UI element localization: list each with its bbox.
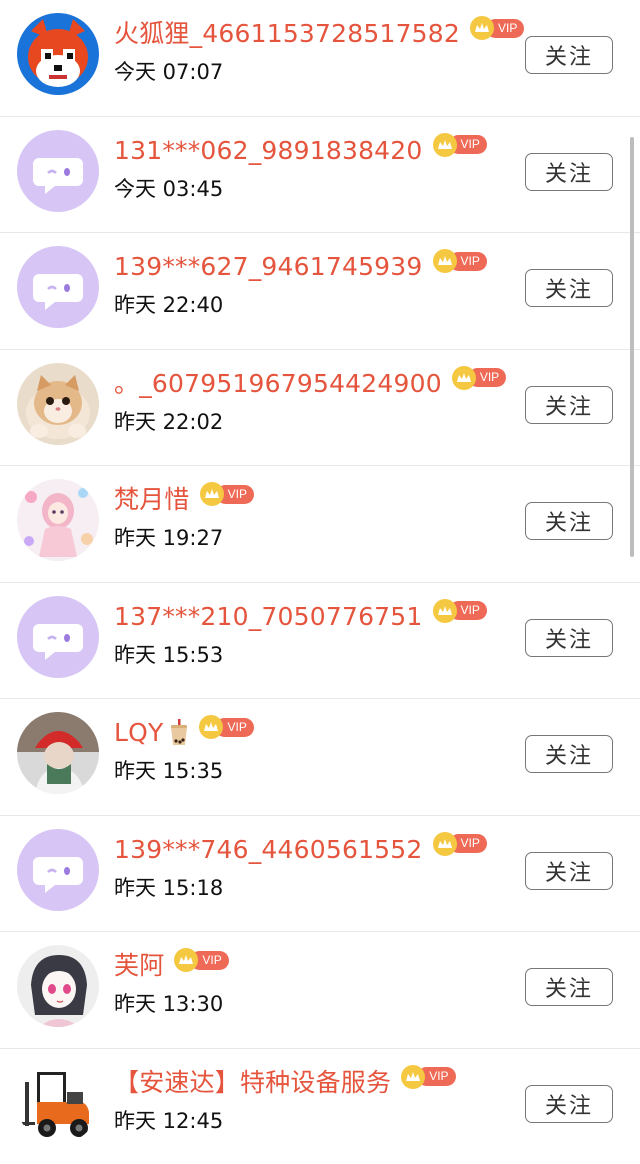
user-name[interactable]: LQY (114, 717, 163, 749)
vip-badge: VIP (174, 948, 229, 972)
default-chat-avatar-icon (17, 595, 99, 678)
follow-button[interactable]: 关注 (525, 968, 613, 1006)
follow-time: 昨天 22:02 (114, 409, 224, 434)
avatar[interactable] (17, 479, 99, 561)
crown-icon (470, 16, 494, 40)
user-name[interactable]: 137***210_7050776751 (114, 601, 423, 633)
crown-icon (451, 365, 476, 390)
avatar[interactable] (17, 712, 99, 794)
follow-time: 昨天 15:18 (114, 875, 224, 900)
name-line: 139***627_9461745939 VIP (114, 249, 487, 283)
list-item[interactable]: 芙阿 VIP 昨天 13:30 关注 (0, 932, 640, 1049)
user-name[interactable]: 139***627_9461745939 (114, 251, 423, 283)
avatar[interactable] (17, 945, 99, 1027)
vip-badge: VIP (401, 1064, 456, 1089)
avatar[interactable] (17, 362, 99, 445)
list-item[interactable]: 【安速达】特种设备服务 VIP 昨天 12:45 关注 (0, 1049, 640, 1164)
avatar[interactable] (17, 246, 99, 328)
vip-badge: VIP (432, 132, 487, 157)
avatar[interactable] (17, 1061, 99, 1144)
default-chat-avatar-icon (17, 129, 99, 212)
cat-photo-avatar-icon (17, 362, 99, 445)
vip-badge: VIP (470, 16, 525, 40)
vip-badge: VIP (199, 482, 254, 506)
follow-time: 昨天 13:30 (114, 992, 224, 1016)
user-name[interactable]: 139***746_4460561552 (114, 834, 423, 866)
name-line: LQY VIP (114, 715, 254, 749)
crown-icon (432, 132, 457, 157)
list-item[interactable]: 137***210_7050776751 VIP 昨天 15:53 关注 (0, 583, 640, 699)
follow-time: 昨天 22:40 (114, 293, 224, 317)
follow-time: 昨天 19:27 (114, 526, 224, 550)
bubble-tea-icon (171, 719, 188, 745)
follow-button[interactable]: 关注 (525, 735, 613, 773)
name-line: 火狐狸_4661153728517582 VIP (114, 16, 525, 50)
avatar[interactable] (17, 828, 99, 911)
follow-button[interactable]: 关注 (525, 36, 613, 74)
follow-button[interactable]: 关注 (525, 1084, 613, 1123)
follow-button[interactable]: 关注 (525, 502, 613, 540)
vip-badge: VIP (199, 715, 254, 739)
name-line: 。_607951967954424900 VIP (114, 365, 507, 400)
user-name[interactable]: 芙阿 (114, 950, 164, 982)
follow-button[interactable]: 关注 (525, 618, 613, 657)
anime-sketch-avatar-icon (17, 945, 99, 1027)
follow-button[interactable]: 关注 (525, 851, 613, 890)
list-item[interactable]: 131***062_9891838420 VIP 今天 03:45 关注 (0, 117, 640, 233)
name-line: 131***062_9891838420 VIP (114, 132, 487, 167)
list-item[interactable]: 139***746_4460561552 VIP 昨天 15:18 关注 (0, 816, 640, 932)
person-red-cap-avatar-icon (17, 712, 99, 794)
follow-time: 昨天 15:53 (114, 642, 224, 667)
follow-button[interactable]: 关注 (525, 152, 613, 191)
avatar[interactable] (17, 129, 99, 212)
list-item[interactable]: 。_607951967954424900 VIP 昨天 22:02 关注 (0, 350, 640, 466)
list-item[interactable]: LQY VIP 昨天 15:35 关注 (0, 699, 640, 816)
name-line: 139***746_4460561552 VIP (114, 831, 487, 866)
user-name[interactable]: 。_607951967954424900 (114, 368, 442, 400)
vip-badge: VIP (432, 249, 487, 273)
user-name[interactable]: 火狐狸_4661153728517582 (114, 18, 460, 50)
user-name[interactable]: 【安速达】特种设备服务 (114, 1067, 391, 1099)
default-chat-avatar-icon (17, 246, 99, 328)
follow-time: 昨天 12:45 (114, 1108, 224, 1133)
list-item[interactable]: 139***627_9461745939 VIP 昨天 22:40 关注 (0, 233, 640, 350)
user-name[interactable]: 131***062_9891838420 (114, 135, 423, 167)
crown-icon (401, 1064, 426, 1089)
avatar[interactable] (17, 595, 99, 678)
follow-time: 昨天 15:35 (114, 759, 224, 783)
crown-icon (432, 598, 457, 623)
default-chat-avatar-icon (17, 828, 99, 911)
follow-time: 今天 03:45 (114, 176, 224, 201)
list-item[interactable]: 火狐狸_4661153728517582 VIP 今天 07:07 关注 (0, 0, 640, 117)
name-line: 137***210_7050776751 VIP (114, 598, 487, 633)
crown-icon (432, 249, 457, 273)
follow-button[interactable]: 关注 (525, 269, 613, 307)
follow-time: 今天 07:07 (114, 60, 224, 84)
user-name[interactable]: 梵月惜 (114, 484, 190, 516)
follow-button[interactable]: 关注 (525, 385, 613, 424)
fox-avatar-icon (17, 13, 99, 95)
follower-list: 火狐狸_4661153728517582 VIP 今天 07:07 关注 131… (0, 0, 640, 1164)
avatar[interactable] (17, 13, 99, 95)
name-line: 【安速达】特种设备服务 VIP (114, 1064, 456, 1099)
anime-girl-avatar-icon (17, 479, 99, 561)
name-line: 芙阿 VIP (114, 948, 229, 982)
vip-badge: VIP (451, 365, 507, 390)
vip-badge: VIP (432, 831, 487, 856)
list-item[interactable]: 梵月惜 VIP 昨天 19:27 关注 (0, 466, 640, 583)
scrollbar[interactable] (630, 137, 634, 557)
crown-icon (432, 831, 457, 856)
vip-badge: VIP (432, 598, 487, 623)
name-line: 梵月惜 VIP (114, 482, 254, 516)
forklift-avatar-icon (17, 1061, 99, 1144)
crown-icon (199, 482, 224, 506)
